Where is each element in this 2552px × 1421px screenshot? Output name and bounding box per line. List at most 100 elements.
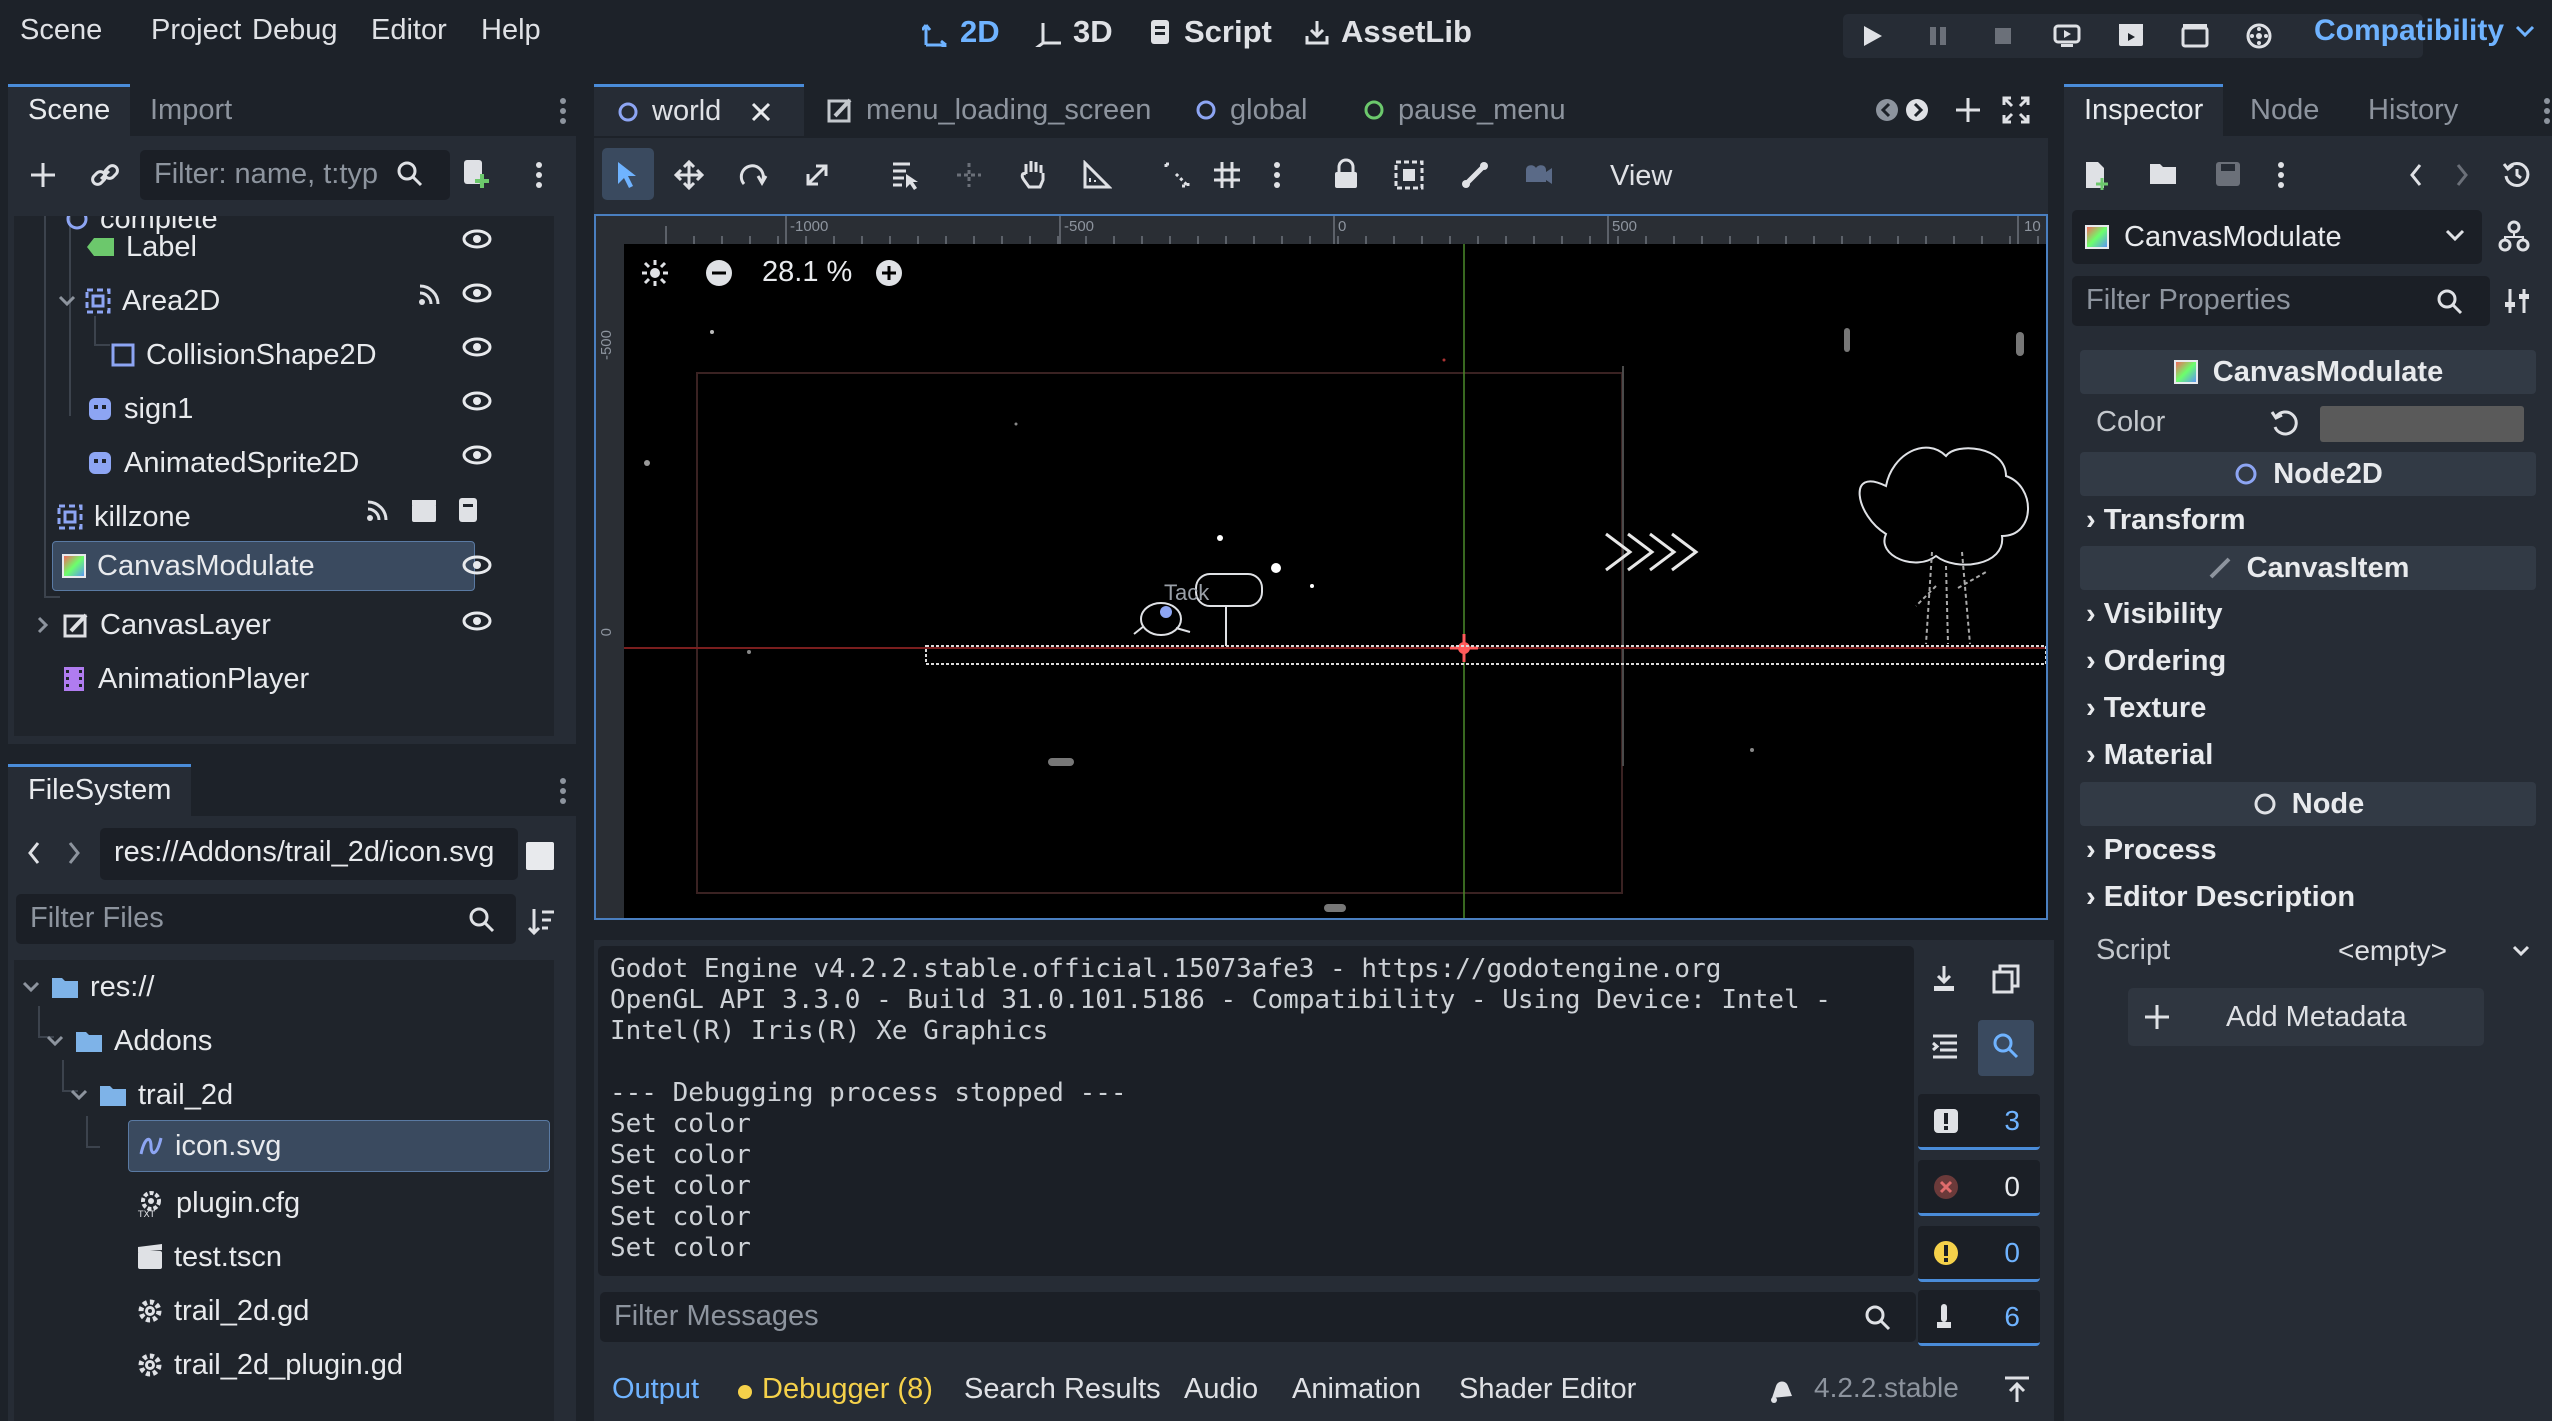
- collapse-icon[interactable]: [1930, 1032, 1960, 1062]
- tree-node-label[interactable]: Label: [86, 220, 197, 274]
- group-process[interactable]: › Process: [2086, 834, 2217, 867]
- menu-editor[interactable]: Editor: [371, 14, 447, 47]
- workspace-script-button[interactable]: Script: [1148, 14, 1272, 50]
- chevron-down-icon[interactable]: [46, 1034, 64, 1048]
- color-picker-button[interactable]: [2320, 406, 2524, 442]
- property-options-icon[interactable]: [2502, 286, 2532, 316]
- bottom-tab-animation[interactable]: Animation: [1292, 1373, 1421, 1406]
- grid-snap-icon[interactable]: [1212, 160, 1242, 190]
- distraction-free-icon[interactable]: [2002, 96, 2030, 124]
- bone-icon[interactable]: [1460, 160, 1490, 190]
- group-editor-description[interactable]: › Editor Description: [2086, 881, 2355, 914]
- pivot-tool-icon[interactable]: [954, 160, 984, 190]
- path-field[interactable]: res://Addons/trail_2d/icon.svg: [100, 828, 518, 880]
- script-icon[interactable]: [456, 496, 480, 524]
- tab-history[interactable]: History: [2348, 84, 2478, 136]
- file-tree-trail2d-gd[interactable]: trail_2d.gd: [136, 1284, 309, 1338]
- file-tree-icon-svg[interactable]: icon.svg: [128, 1120, 550, 1172]
- section-canvasmodulate[interactable]: CanvasModulate: [2080, 350, 2536, 394]
- lock-icon[interactable]: [1332, 158, 1360, 190]
- node-tree-icon[interactable]: [2498, 220, 2530, 252]
- group-visibility[interactable]: › Visibility: [2086, 598, 2222, 631]
- tree-node-canvaslayer[interactable]: CanvasLayer: [36, 598, 271, 652]
- section-canvasitem[interactable]: CanvasItem: [2080, 546, 2536, 590]
- group-transform[interactable]: › Transform: [2086, 504, 2246, 537]
- copy-output-icon[interactable]: [1992, 964, 2020, 994]
- group-material[interactable]: › Material: [2086, 739, 2213, 772]
- pan-hand-icon[interactable]: [1018, 158, 1048, 190]
- object-selector[interactable]: CanvasModulate: [2072, 210, 2482, 264]
- instanced-scene-icon[interactable]: [410, 498, 438, 524]
- run-custom-scene-icon[interactable]: [2180, 22, 2210, 50]
- file-tree-res[interactable]: res://: [22, 960, 154, 1014]
- new-resource-icon[interactable]: [2082, 160, 2110, 190]
- menu-scene[interactable]: Scene: [20, 14, 102, 47]
- clear-output-icon[interactable]: [1930, 964, 1958, 994]
- pause-icon[interactable]: [1924, 22, 1952, 50]
- tab-inspector[interactable]: Inspector: [2064, 84, 2224, 136]
- file-tree-trail2d-plugin-gd[interactable]: trail_2d_plugin.gd: [136, 1338, 403, 1392]
- tree-node-sign1[interactable]: sign1: [86, 382, 193, 436]
- list-select-icon[interactable]: [890, 160, 920, 190]
- visibility-eye-icon[interactable]: [462, 554, 492, 576]
- close-icon[interactable]: [749, 100, 773, 124]
- tree-node-collisionshape2d[interactable]: CollisionShape2D: [110, 328, 377, 382]
- sort-icon[interactable]: [526, 906, 556, 936]
- scene-options-icon[interactable]: [534, 160, 544, 190]
- zoom-in-icon[interactable]: [874, 258, 904, 288]
- scale-tool-icon[interactable]: [802, 160, 832, 190]
- bottom-tab-debugger[interactable]: Debugger (8): [762, 1373, 933, 1406]
- scene-tab-world[interactable]: world: [594, 84, 804, 136]
- add-metadata-button[interactable]: Add Metadata: [2128, 988, 2484, 1046]
- move-tool-icon[interactable]: [674, 160, 704, 190]
- remote-debug-icon[interactable]: [2052, 22, 2082, 50]
- forward-arrow-icon[interactable]: [66, 840, 82, 866]
- back-arrow-icon[interactable]: [26, 840, 42, 866]
- visibility-eye-icon[interactable]: [462, 282, 492, 304]
- tree-node-animatedsprite2d[interactable]: AnimatedSprite2D: [86, 436, 359, 490]
- chevron-down-icon[interactable]: [70, 1088, 88, 1102]
- file-tree-test-tscn[interactable]: test.tscn: [136, 1230, 282, 1284]
- revert-icon[interactable]: [2270, 408, 2300, 438]
- snap-options-icon[interactable]: [1272, 160, 1282, 190]
- chevron-down-icon[interactable]: [22, 980, 40, 994]
- attach-script-icon[interactable]: [460, 158, 492, 190]
- menu-project[interactable]: Project: [151, 14, 241, 47]
- group-icon[interactable]: [1394, 160, 1424, 190]
- scroll-tabs-left-icon[interactable]: [1874, 97, 1900, 123]
- group-texture[interactable]: › Texture: [2086, 692, 2206, 725]
- tab-import[interactable]: Import: [130, 84, 252, 136]
- scene-tab-pause-menu[interactable]: pause_menu: [1362, 84, 1566, 136]
- tab-scene[interactable]: Scene: [8, 84, 131, 136]
- filter-files-input[interactable]: Filter Files: [16, 894, 516, 944]
- save-icon[interactable]: [2214, 160, 2242, 188]
- toggle-split-icon[interactable]: [526, 842, 554, 870]
- workspace-3d-button[interactable]: 3D: [1035, 14, 1113, 50]
- add-scene-tab-icon[interactable]: [1954, 96, 1982, 124]
- visibility-eye-icon[interactable]: [462, 228, 492, 250]
- tree-node-killzone[interactable]: killzone: [56, 490, 191, 544]
- menu-help[interactable]: Help: [481, 14, 541, 47]
- tree-node-animationplayer[interactable]: AnimationPlayer: [60, 652, 309, 706]
- add-node-icon[interactable]: [28, 160, 58, 190]
- scene-tab-menu-loading-screen[interactable]: menu_loading_screen: [826, 84, 1151, 136]
- filter-warnings-toggle[interactable]: 3: [1918, 1094, 2040, 1150]
- filter-properties-input[interactable]: Filter Properties: [2072, 276, 2490, 326]
- visibility-eye-icon[interactable]: [462, 390, 492, 412]
- zoom-out-icon[interactable]: [704, 258, 734, 288]
- zoom-level[interactable]: 28.1 %: [762, 256, 852, 289]
- bottom-tab-output[interactable]: Output: [612, 1373, 699, 1406]
- file-tree-addons[interactable]: Addons: [46, 1014, 212, 1068]
- script-value-dropdown[interactable]: <empty>: [2330, 930, 2530, 972]
- history-forward-icon[interactable]: [2454, 162, 2470, 188]
- dock-menu-icon[interactable]: [558, 776, 568, 806]
- group-ordering[interactable]: › Ordering: [2086, 645, 2226, 678]
- renderer-dropdown[interactable]: Compatibility: [2314, 14, 2536, 48]
- tree-node-canvasmodulate[interactable]: CanvasModulate: [52, 541, 475, 591]
- smart-snap-icon[interactable]: [1162, 160, 1192, 190]
- play-icon[interactable]: [1858, 22, 1886, 50]
- filter-errors-toggle[interactable]: 0: [1918, 1160, 2040, 1216]
- workspace-2d-button[interactable]: 2D: [922, 14, 1000, 50]
- filter-messages-input[interactable]: Filter Messages: [600, 1292, 1916, 1342]
- history-back-icon[interactable]: [2408, 162, 2424, 188]
